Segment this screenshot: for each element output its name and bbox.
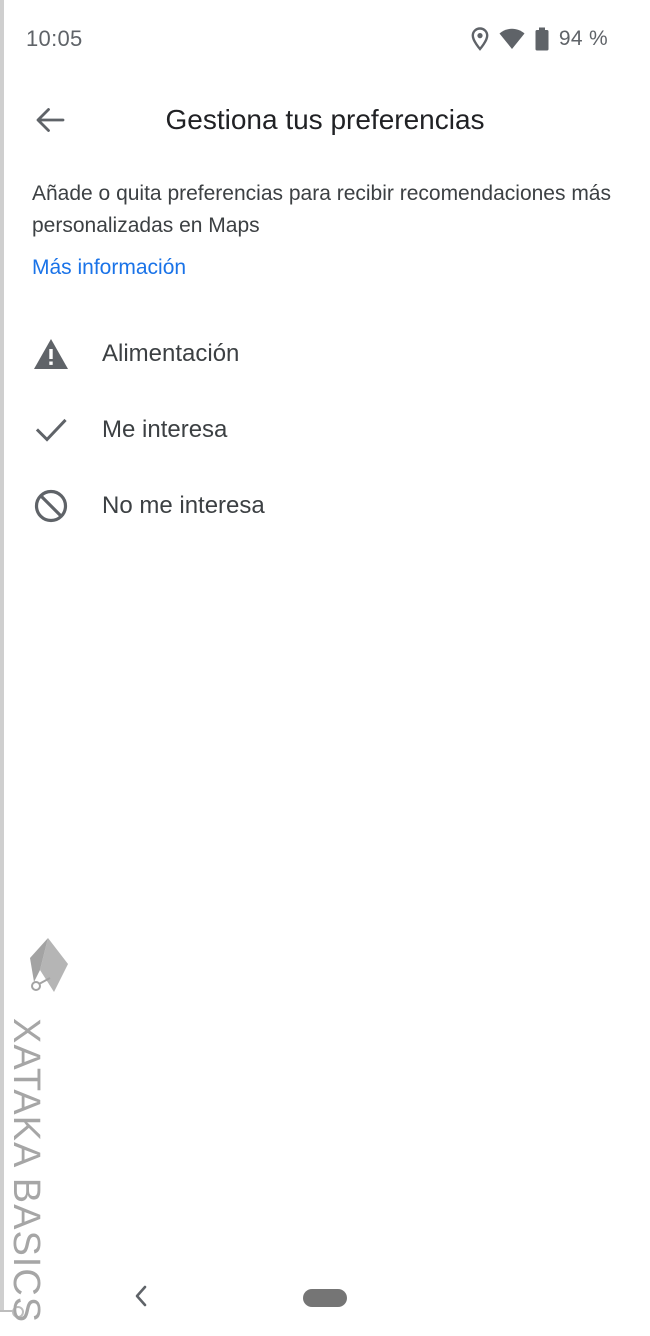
chevron-left-icon xyxy=(134,1285,148,1312)
status-icons: 94 % xyxy=(471,26,608,52)
more-info-link[interactable]: Más información xyxy=(32,256,186,280)
check-icon xyxy=(32,411,70,449)
battery-icon xyxy=(535,27,549,51)
pref-label: Alimentación xyxy=(102,340,240,367)
nav-back-button[interactable] xyxy=(128,1284,154,1312)
block-icon xyxy=(32,487,70,525)
battery-percentage: 94 % xyxy=(558,27,608,50)
description-text: Añade o quita preferencias para recibir … xyxy=(32,182,611,237)
location-icon xyxy=(471,27,489,51)
screen: 10:05 94 % Gestiona tus preferencias Aña… xyxy=(0,0,650,1336)
page-title: Gestiona tus preferencias xyxy=(165,104,485,135)
pref-item-alimentacion[interactable]: Alimentación xyxy=(0,316,650,392)
pref-item-me-interesa[interactable]: Me interesa xyxy=(0,392,650,468)
preferences-list: Alimentación Me interesa No me interesa xyxy=(0,316,650,544)
watermark-text: XATAKA BASICS xyxy=(5,1018,47,1324)
home-pill-button[interactable] xyxy=(303,1289,347,1307)
status-time: 10:05 xyxy=(26,26,83,51)
warning-icon xyxy=(32,335,70,373)
wifi-icon xyxy=(499,28,525,50)
pref-label: No me interesa xyxy=(102,492,265,519)
app-bar: Gestiona tus preferencias xyxy=(0,86,650,156)
pref-label: Me interesa xyxy=(102,416,228,443)
status-bar: 10:05 94 % xyxy=(0,0,650,78)
pref-item-no-me-interesa[interactable]: No me interesa xyxy=(0,468,650,544)
